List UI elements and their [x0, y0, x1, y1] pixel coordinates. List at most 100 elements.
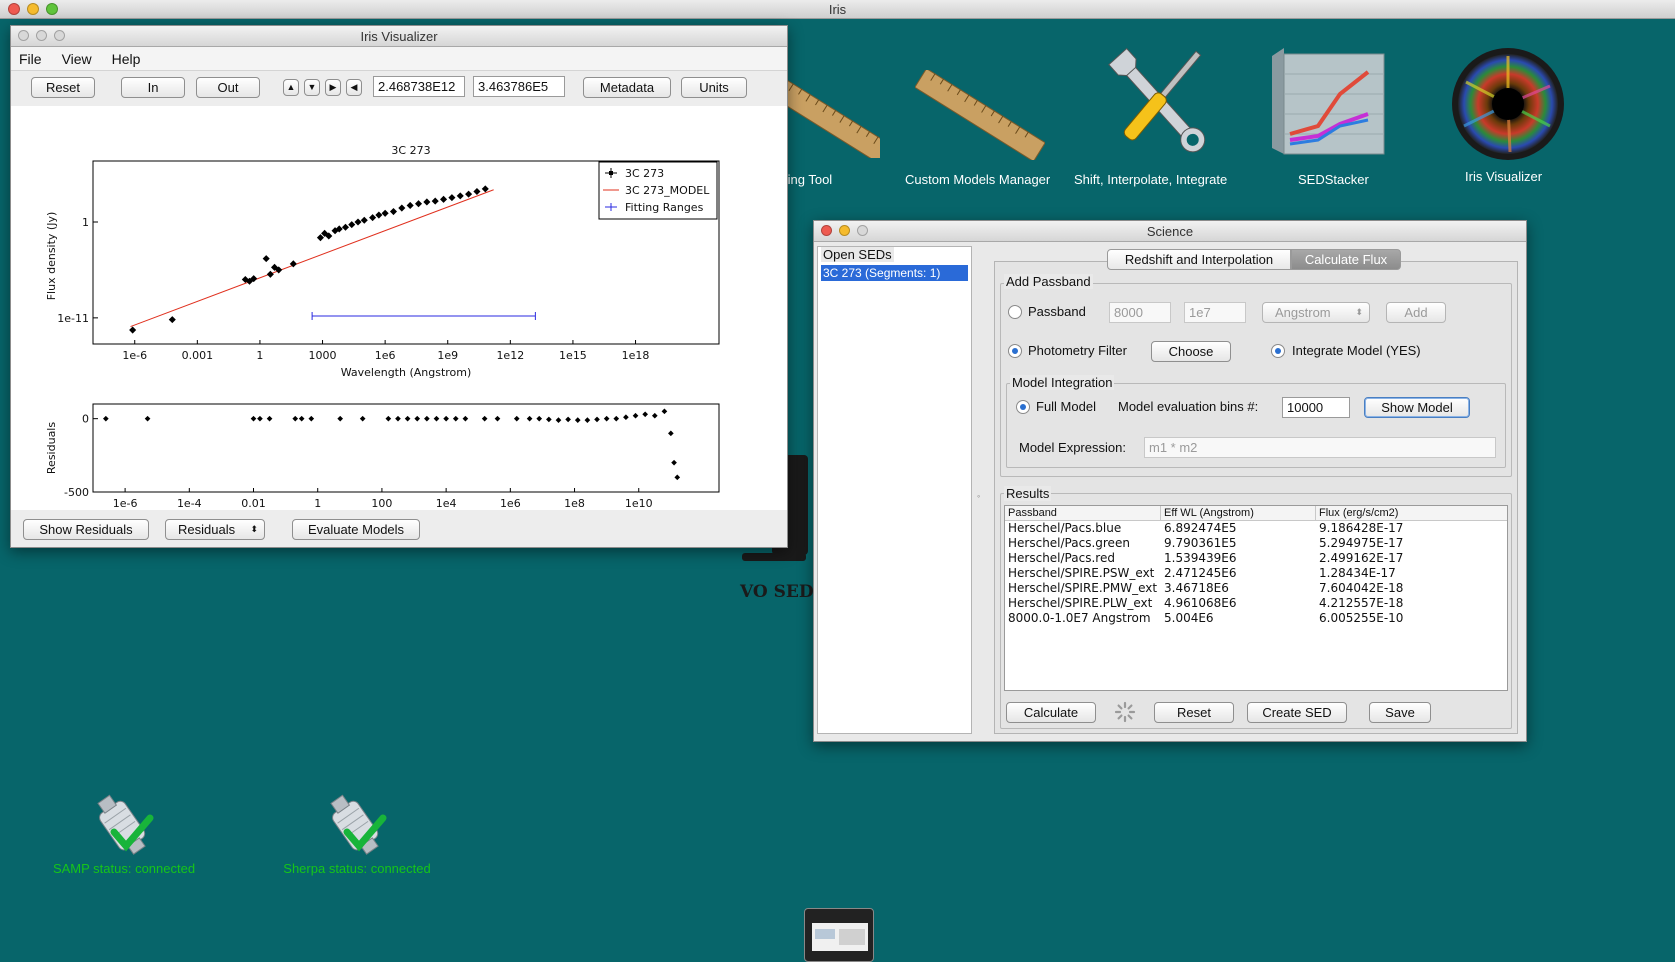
legend-fitting-ranges: Fitting Ranges [625, 201, 704, 214]
cell-passband: Herschel/SPIRE.PSW_ext [1008, 566, 1155, 580]
x-tick-label: 1e-4 [177, 497, 202, 510]
add-passband-label: Add Passband [1004, 274, 1093, 289]
table-row[interactable]: Herschel/SPIRE.PMW_ext 3.46718E6 7.604042E… [1005, 581, 1507, 596]
tab-calculate-flux[interactable]: Calculate Flux [1291, 249, 1401, 270]
plot-panel[interactable]: 3C 273 Flux density (Jy) Wavelength (Ang… [11, 106, 787, 510]
menu-help[interactable]: Help [112, 51, 141, 67]
cell-eff-wl: 2.471245E6 [1164, 566, 1237, 580]
passband-max-field[interactable]: 1e7 [1184, 302, 1246, 323]
zoom-in-button[interactable]: In [121, 77, 185, 98]
custom-models-icon[interactable] [914, 67, 1046, 163]
unit-select[interactable]: Angstrom ⬍ [1262, 302, 1370, 323]
reset-button[interactable]: Reset [31, 77, 95, 98]
close-button[interactable] [821, 225, 832, 236]
show-model-button[interactable]: Show Model [1364, 397, 1470, 418]
passband-radio[interactable] [1008, 305, 1022, 319]
zoom-button[interactable] [857, 225, 868, 236]
passband-min-field[interactable]: 8000 [1109, 302, 1171, 323]
minimize-button[interactable] [27, 3, 39, 15]
save-button[interactable]: Save [1369, 702, 1431, 723]
pan-left-icon[interactable]: ◀ [346, 79, 362, 96]
results-table[interactable]: Passband Eff WL (Angstrom) Flux (erg/s/c… [1004, 505, 1508, 691]
table-row[interactable]: 8000.0-1.0E7 Angstrom 5.004E6 6.005255E-10 [1005, 611, 1507, 626]
visualizer-titlebar[interactable]: Iris Visualizer [11, 26, 787, 47]
cell-flux: 7.604042E-18 [1319, 581, 1404, 595]
minimize-button[interactable] [36, 30, 47, 41]
residuals-select[interactable]: Residuals ⬍ [165, 519, 265, 540]
sedstacker-label[interactable]: SEDStacker [1298, 172, 1369, 187]
zoom-button[interactable] [54, 30, 65, 41]
residuals-y-label: Residuals [45, 422, 58, 474]
zoom-button[interactable] [46, 3, 58, 15]
science-window: Science Open SEDs 3C 273 (Segments: 1) ◦… [813, 220, 1527, 742]
unit-select-value: Angstrom [1275, 305, 1331, 320]
calculate-button[interactable]: Calculate [1006, 702, 1096, 723]
minimize-button[interactable] [839, 225, 850, 236]
create-sed-button[interactable]: Create SED [1247, 702, 1347, 723]
full-model-label: Full Model [1036, 399, 1096, 414]
evaluate-models-button[interactable]: Evaluate Models [292, 519, 420, 540]
zoom-out-button[interactable]: Out [196, 77, 260, 98]
splitter-handle-icon[interactable]: ◦ [977, 491, 980, 501]
table-row[interactable]: Herschel/Pacs.red 1.539439E6 2.499162E-17 [1005, 551, 1507, 566]
window-controls [8, 3, 58, 15]
samp-status-text: SAMP status: connected [52, 861, 196, 876]
visualizer-window: Iris Visualizer File View Help Reset In … [10, 25, 788, 548]
fitting-tool-label[interactable]: ting Tool [784, 172, 832, 187]
cell-passband: Herschel/SPIRE.PMW_ext [1008, 581, 1158, 595]
table-row[interactable]: Herschel/Pacs.blue 6.892474E5 9.186428E-17 [1005, 521, 1507, 536]
iris-visualizer-icon[interactable] [1450, 46, 1566, 165]
chart-legend: 3C 273 3C 273_MODEL Fitting Ranges [598, 161, 718, 220]
custom-models-label[interactable]: Custom Models Manager [905, 172, 1050, 187]
plot-canvas[interactable]: 3C 273 Flux density (Jy) Wavelength (Ang… [11, 106, 787, 510]
integrate-model-radio[interactable] [1271, 344, 1285, 358]
full-model-radio[interactable] [1016, 400, 1030, 414]
menu-file[interactable]: File [19, 51, 42, 67]
photometry-filter-radio[interactable] [1008, 344, 1022, 358]
close-button[interactable] [18, 30, 29, 41]
cell-flux: 2.499162E-17 [1319, 551, 1404, 565]
pan-up-icon[interactable]: ▲ [283, 79, 299, 96]
units-button[interactable]: Units [681, 77, 747, 98]
plug-check-icon [330, 794, 387, 855]
shift-interpolate-icon[interactable] [1095, 40, 1225, 168]
shift-interpolate-label[interactable]: Shift, Interpolate, Integrate [1074, 172, 1227, 187]
cell-flux: 4.212557E-18 [1319, 596, 1404, 610]
close-button[interactable] [8, 3, 20, 15]
cell-passband: Herschel/Pacs.green [1008, 536, 1130, 550]
pan-down-icon[interactable]: ▼ [304, 79, 320, 96]
metadata-button[interactable]: Metadata [583, 77, 671, 98]
table-row[interactable]: Herschel/SPIRE.PLW_ext 4.961068E6 4.212557… [1005, 596, 1507, 611]
model-bins-field[interactable]: 10000 [1282, 397, 1350, 418]
cell-passband: 8000.0-1.0E7 Angstrom [1008, 611, 1151, 625]
table-row[interactable]: Herschel/Pacs.green 9.790361E5 5.294975E-1… [1005, 536, 1507, 551]
table-row[interactable]: Herschel/SPIRE.PSW_ext 2.471245E6 1.28434E… [1005, 566, 1507, 581]
x-coordinate-field[interactable]: 2.468738E12 [373, 76, 465, 97]
sedstacker-icon[interactable] [1268, 44, 1388, 162]
x-tick-label: 1e15 [559, 349, 587, 362]
plug-check-icon [97, 794, 154, 855]
y-tick-label: 1 [82, 216, 89, 229]
legend-model: 3C 273_MODEL [625, 184, 710, 197]
y-coordinate-field[interactable]: 3.463786E5 [473, 76, 565, 97]
x-tick-label: 100 [371, 497, 392, 510]
model-expression-field[interactable]: m1 * m2 [1144, 437, 1496, 458]
chart-title: 3C 273 [391, 144, 430, 157]
reset-button[interactable]: Reset [1154, 702, 1234, 723]
column-flux[interactable]: Flux (erg/s/cm2) [1316, 506, 1466, 520]
dock-window-thumbnail[interactable] [804, 908, 874, 962]
sherpa-status: Sherpa status: connected [272, 788, 442, 876]
pan-right-icon[interactable]: ▶ [325, 79, 341, 96]
iris-visualizer-label[interactable]: Iris Visualizer [1465, 169, 1542, 184]
menu-view[interactable]: View [62, 51, 92, 67]
column-passband[interactable]: Passband [1005, 506, 1161, 520]
tab-redshift-interpolation[interactable]: Redshift and Interpolation [1107, 249, 1291, 270]
x-tick-label: 1e8 [564, 497, 585, 510]
choose-button[interactable]: Choose [1151, 341, 1231, 362]
chart-icon [1272, 48, 1385, 155]
column-eff-wl[interactable]: Eff WL (Angstrom) [1161, 506, 1316, 520]
sed-list-item[interactable]: 3C 273 (Segments: 1) [821, 265, 968, 281]
add-button[interactable]: Add [1386, 302, 1446, 323]
show-residuals-button[interactable]: Show Residuals [23, 519, 149, 540]
science-titlebar[interactable]: Science [814, 221, 1526, 242]
